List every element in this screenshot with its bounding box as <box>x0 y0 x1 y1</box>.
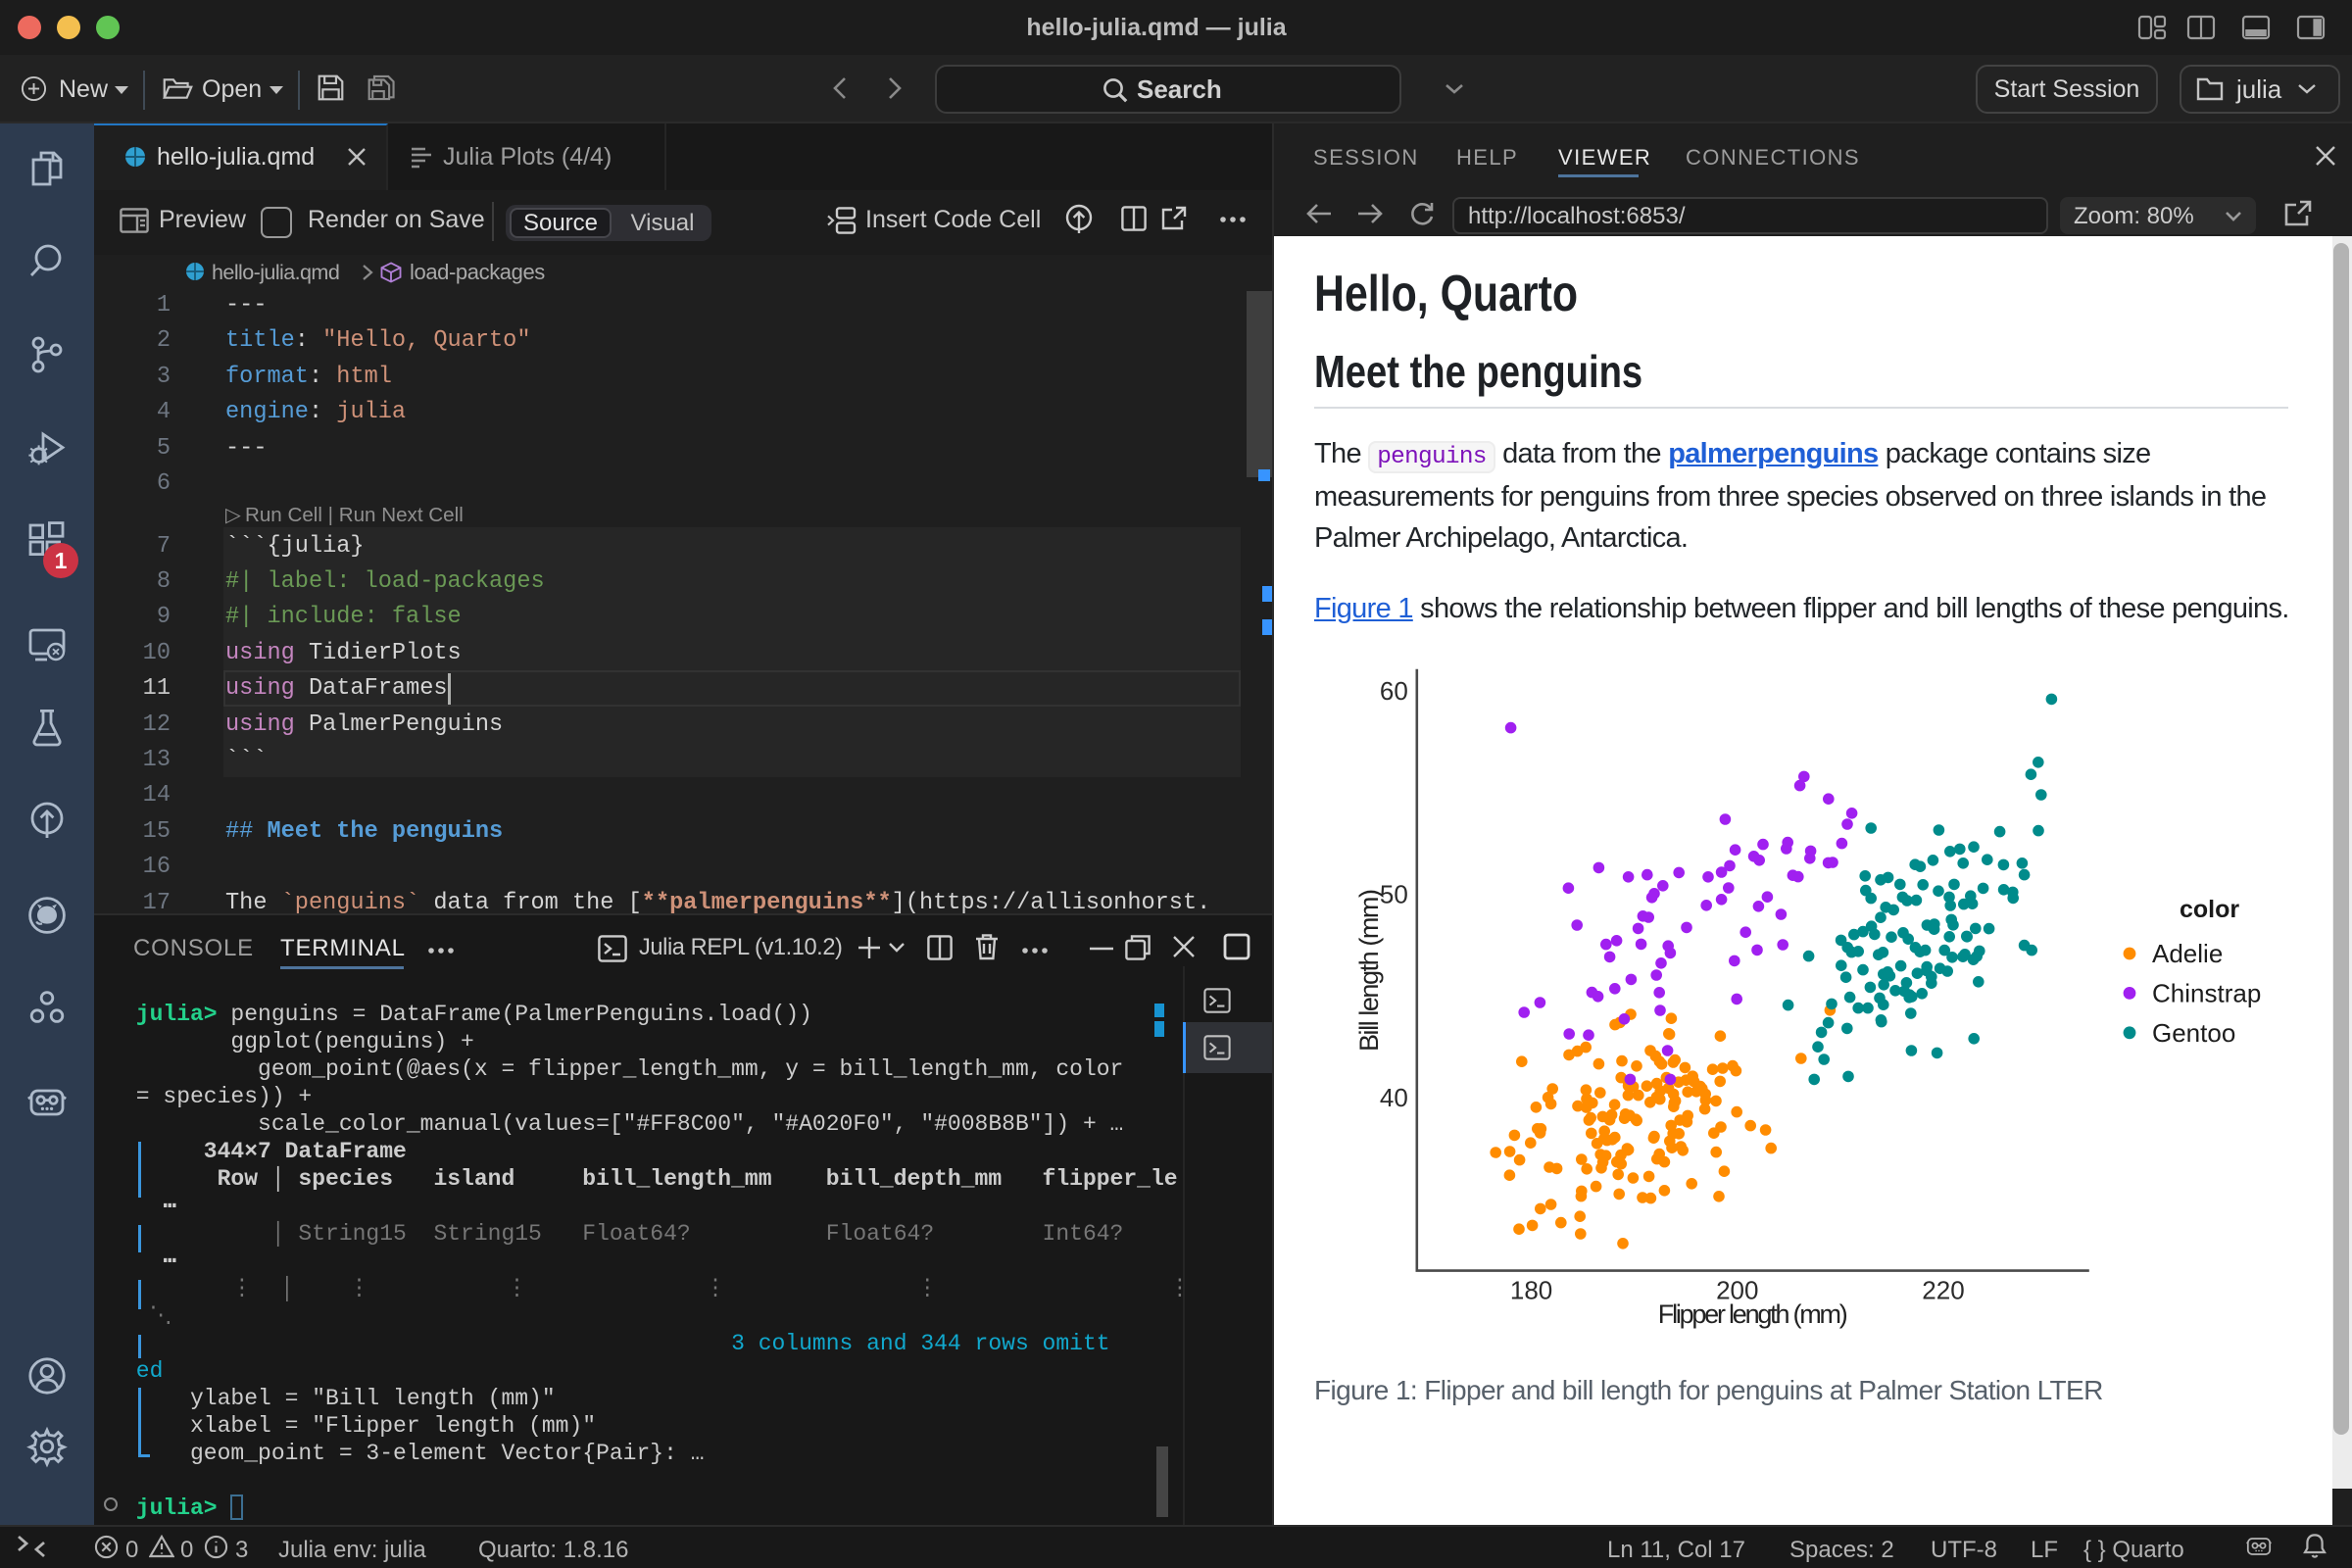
svg-text:60: 60 <box>1380 676 1408 706</box>
svg-text:Adelie: Adelie <box>2152 939 2223 968</box>
svg-text:color: color <box>2180 896 2239 923</box>
svg-text:Flipper length (mm): Flipper length (mm) <box>1658 1299 1848 1329</box>
svg-text:40: 40 <box>1380 1083 1408 1112</box>
svg-text:Chinstrap: Chinstrap <box>2152 978 2261 1007</box>
svg-text:180: 180 <box>1510 1276 1552 1305</box>
svg-text:Bill length (mm): Bill length (mm) <box>1354 889 1384 1052</box>
svg-text:Gentoo: Gentoo <box>2152 1018 2235 1048</box>
svg-text:50: 50 <box>1380 880 1408 909</box>
svg-text:220: 220 <box>1922 1276 1964 1305</box>
